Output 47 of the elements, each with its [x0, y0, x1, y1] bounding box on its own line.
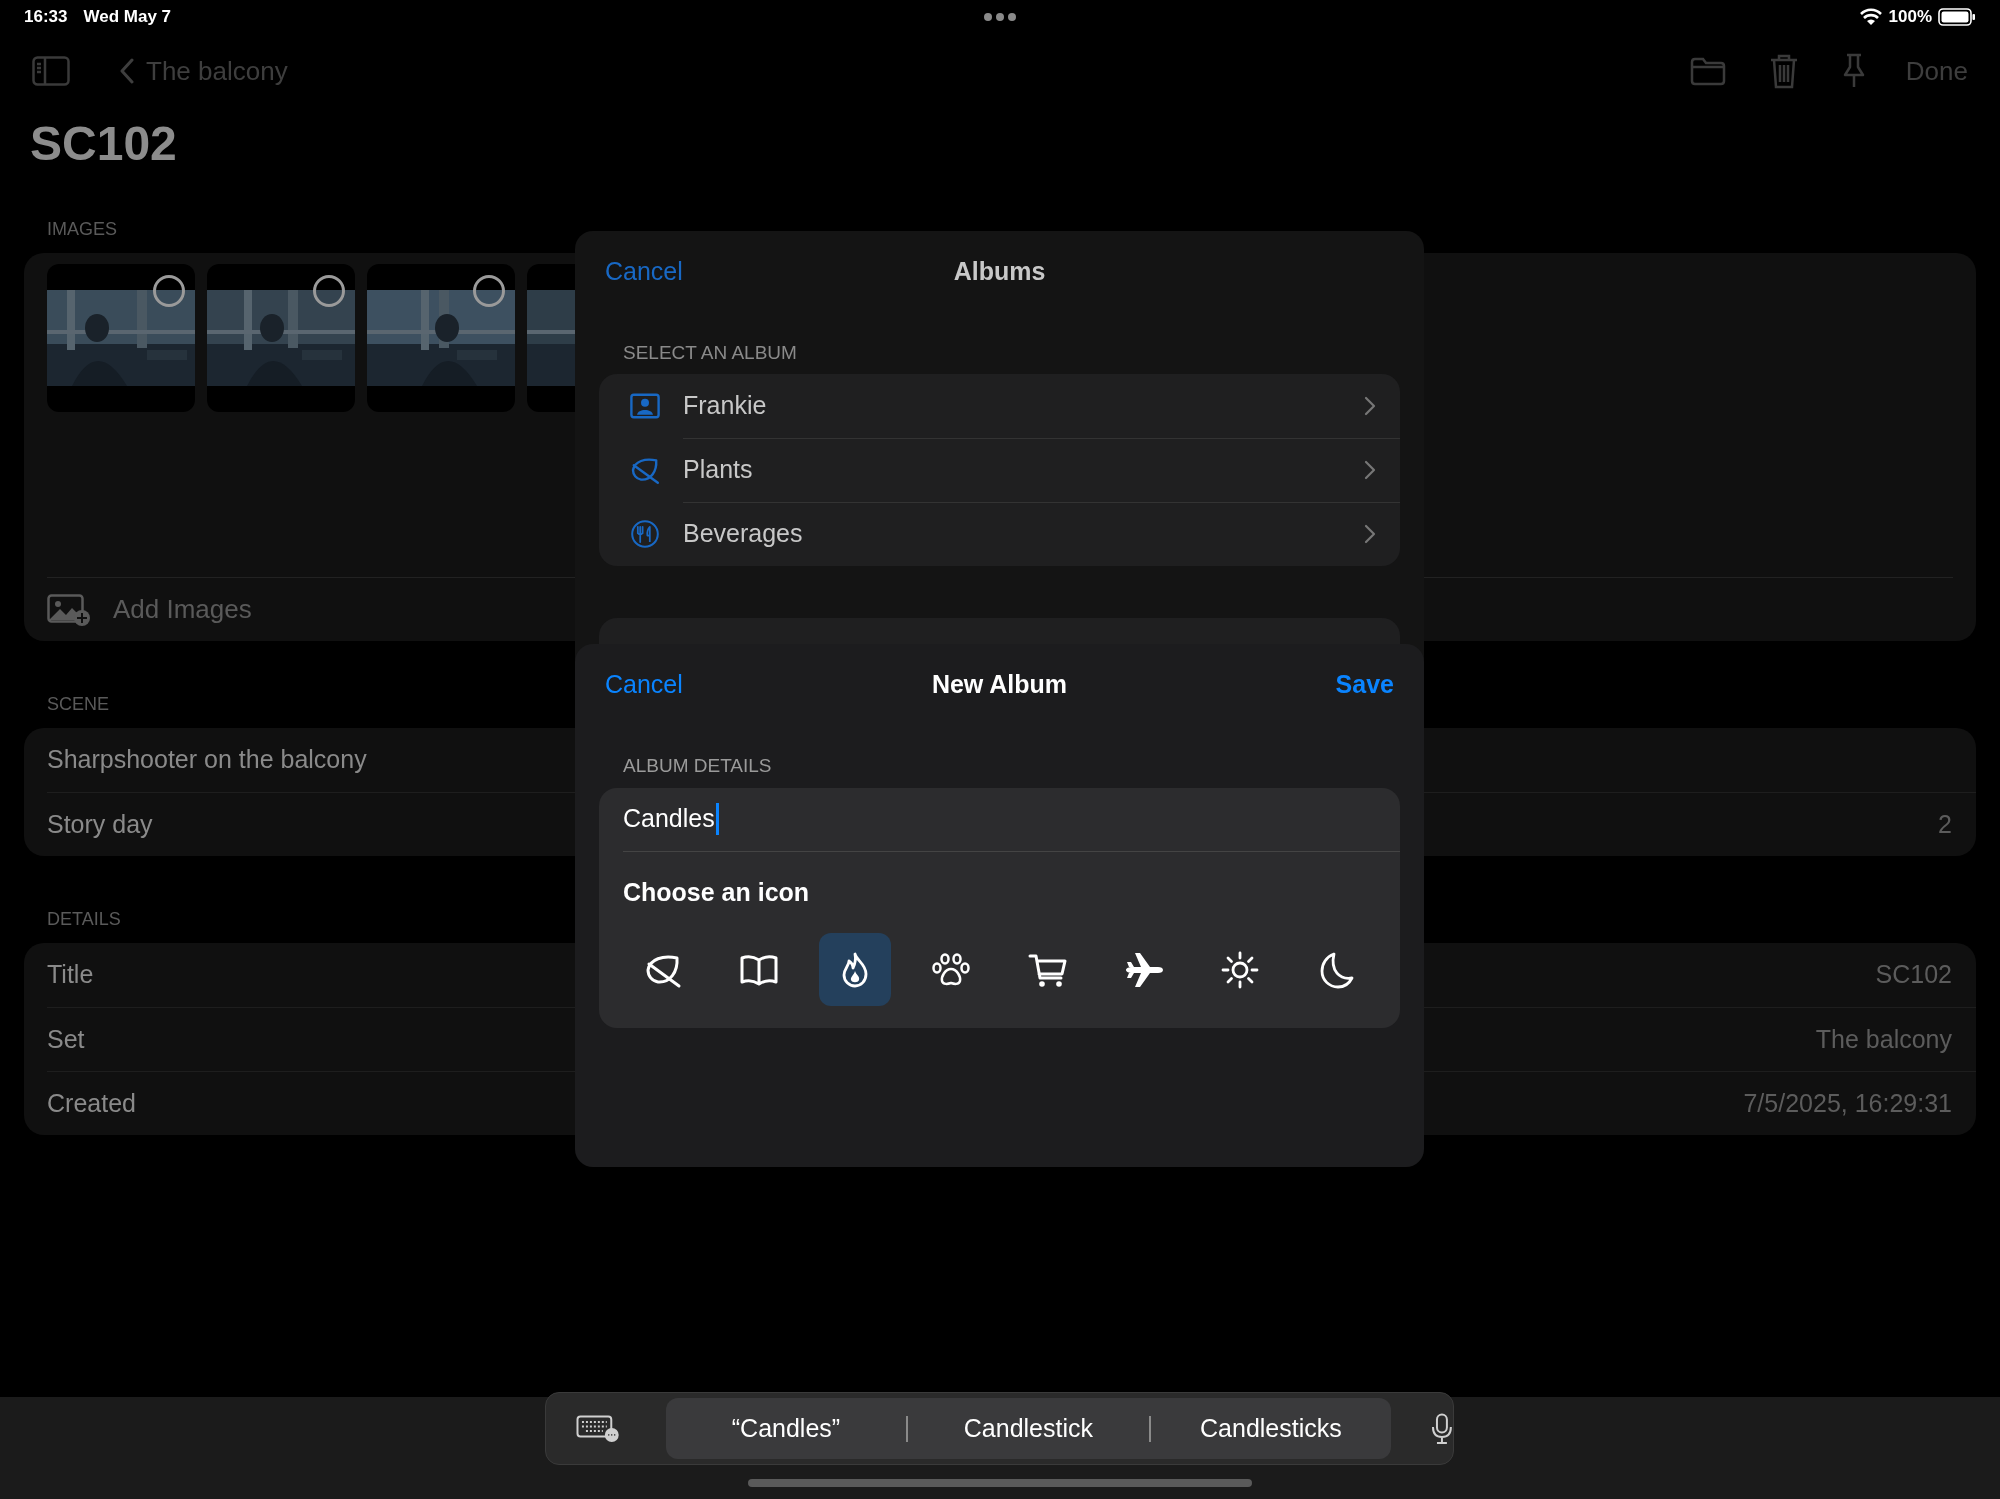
row-value: The balcony [1815, 1023, 1952, 1055]
row-label: Created [47, 1087, 136, 1119]
thumbnail[interactable] [47, 264, 195, 412]
chevron-right-icon [1364, 395, 1376, 416]
wifi-icon [1858, 8, 1883, 26]
row-label: Title [47, 959, 94, 991]
album-name-field[interactable]: Candles [623, 787, 1400, 852]
page-title: SC102 [29, 116, 178, 172]
status-time: 16:33 [24, 6, 68, 29]
text-cursor [715, 803, 719, 835]
suggestion-button[interactable]: Candlesticks [1150, 1409, 1392, 1448]
section-header: IMAGES [47, 218, 117, 241]
row-label: Sharpshooter on the balcony [47, 744, 367, 776]
suggestion-button[interactable]: “Candles” [665, 1409, 907, 1448]
chevron-right-icon [1364, 524, 1376, 544]
thumbnail[interactable] [367, 264, 515, 412]
sheet-title: Albums [953, 256, 1046, 288]
chevron-right-icon [1364, 460, 1376, 480]
album-row[interactable]: Plants [599, 437, 1400, 502]
battery-percent: 100% [1888, 6, 1932, 29]
more-dots-icon[interactable] [983, 12, 1017, 22]
row-value: 7/5/2025, 16:29:31 [1743, 1087, 1952, 1119]
section-header: SELECT AN ALBUM [622, 341, 798, 365]
thumbnail[interactable] [207, 264, 355, 412]
album-row[interactable]: Frankie [599, 373, 1400, 438]
sheet-title: New Album [931, 669, 1068, 701]
fork-knife-icon [629, 517, 661, 550]
row-value: 2 [1938, 808, 1952, 840]
row-label: Set [47, 1023, 85, 1055]
section-header: SCENE [47, 693, 109, 716]
album-row[interactable]: Beverages [599, 501, 1400, 566]
row-value: SC102 [1875, 959, 1952, 991]
cancel-button[interactable]: Cancel [605, 666, 683, 704]
battery-icon [1938, 8, 1976, 26]
microphone-icon[interactable] [1431, 1412, 1453, 1445]
sun-icon [1219, 949, 1260, 990]
add-image-icon[interactable] [47, 593, 91, 626]
choose-icon-heading: Choose an icon [622, 876, 811, 908]
section-header: DETAILS [47, 908, 121, 931]
icon-option[interactable] [819, 933, 892, 1006]
status-date: Wed May 7 [83, 6, 172, 29]
chevron-left-icon [120, 58, 134, 84]
suggestion-button[interactable]: Candlestick [908, 1409, 1149, 1448]
keyboard-icon[interactable] [576, 1414, 620, 1443]
row-label: Story day [47, 808, 153, 840]
section-header: ALBUM DETAILS [622, 754, 773, 778]
save-button[interactable]: Save [1335, 666, 1394, 704]
